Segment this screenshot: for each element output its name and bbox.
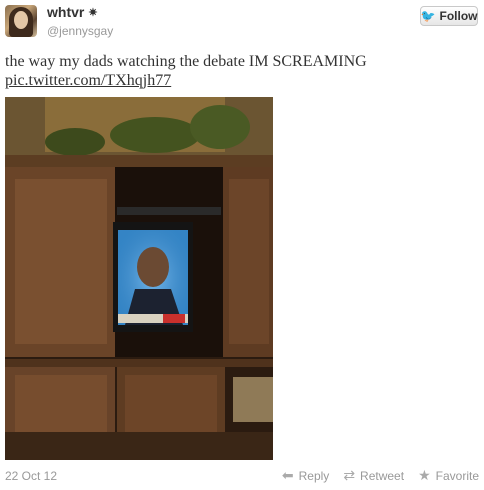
retweet-icon: ⇄ <box>343 467 356 483</box>
follow-button[interactable]: 🐦 Follow <box>420 6 478 26</box>
reply-button[interactable]: ⬅ Reply <box>282 467 329 484</box>
star-icon: ★ <box>418 467 431 483</box>
display-name[interactable]: whtvr ✷ <box>47 4 98 20</box>
follow-label: Follow <box>439 9 478 23</box>
display-name-text[interactable]: whtvr <box>47 4 84 20</box>
twitter-bird-icon: 🐦 <box>420 9 436 23</box>
reply-icon: ⬅ <box>281 467 294 483</box>
retweet-label: Retweet <box>360 468 405 483</box>
favorite-label: Favorite <box>435 468 479 483</box>
reply-label: Reply <box>298 468 330 483</box>
tweet-actions: ⬅ Reply ⇄ Retweet ★ Favorite <box>282 467 479 484</box>
tweet-photo-image <box>5 97 273 460</box>
tweet-photo[interactable] <box>5 97 273 460</box>
retweet-button[interactable]: ⇄ Retweet <box>343 467 404 484</box>
badge-icon: ✷ <box>88 7 98 19</box>
tweet-photo-link[interactable]: pic.twitter.com/TXhqjh77 <box>5 72 171 90</box>
screen-name[interactable]: @jennysgay <box>47 24 113 38</box>
tweet-date[interactable]: 22 Oct 12 <box>5 469 57 483</box>
favorite-button[interactable]: ★ Favorite <box>418 467 479 484</box>
tweet-text: the way my dads watching the debate IM S… <box>5 53 367 70</box>
avatar[interactable] <box>5 5 37 37</box>
